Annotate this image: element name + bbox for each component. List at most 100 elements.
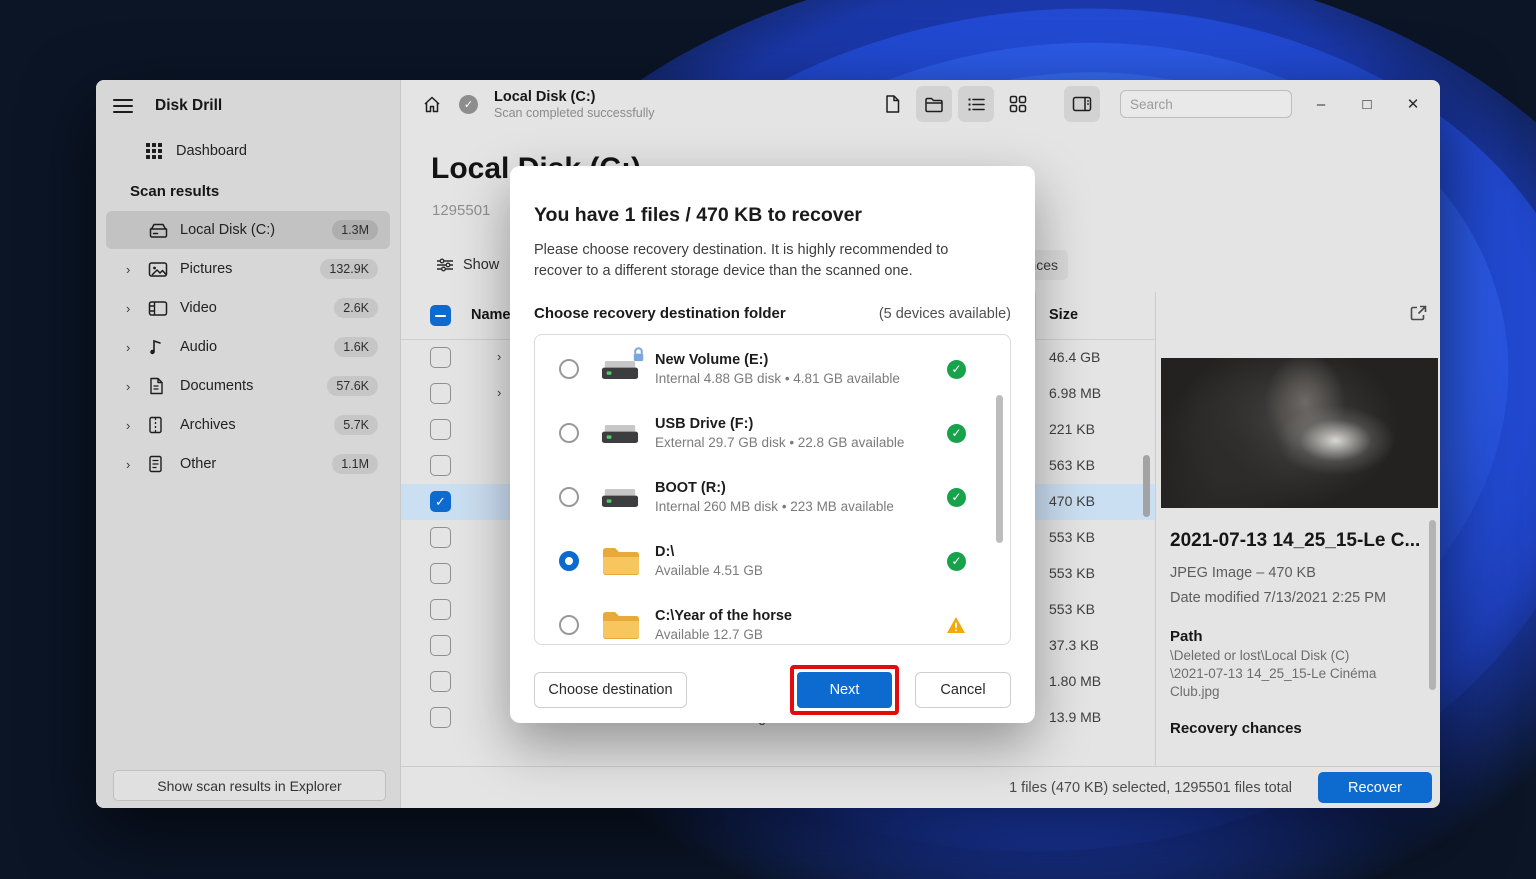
count-badge: 1.1M — [332, 454, 378, 474]
folder-icon — [603, 612, 639, 640]
close-button[interactable]: ✕ — [1390, 84, 1436, 124]
cancel-button[interactable]: Cancel — [915, 672, 1011, 709]
dialog-title: You have 1 files / 470 KB to recover — [534, 204, 863, 226]
search-box[interactable] — [1120, 90, 1307, 118]
row-checkbox-checked[interactable] — [430, 491, 451, 512]
drive-icon — [601, 424, 639, 443]
show-filter-button[interactable]: Show — [436, 250, 499, 280]
row-checkbox[interactable] — [430, 527, 451, 548]
sidebar-item-pictures[interactable]: › Pictures 132.9K — [106, 250, 390, 288]
destination-option-usb-drive[interactable]: USB Drive (F:) External 29.7 GB disk • 2… — [535, 401, 1010, 465]
dashboard-label: Dashboard — [176, 143, 247, 159]
name-column-header[interactable]: Name — [471, 307, 511, 323]
radio-button[interactable] — [559, 487, 579, 508]
choose-destination-button[interactable]: Choose destination — [534, 672, 687, 709]
other-files-icon — [148, 454, 170, 474]
dashboard-icon — [146, 143, 162, 159]
sidebar-item-documents[interactable]: › Documents 57.6K — [106, 367, 390, 405]
devices-available-count: (5 devices available) — [878, 306, 1011, 323]
row-checkbox[interactable] — [430, 635, 451, 656]
chevron-right-icon[interactable]: › — [126, 340, 148, 355]
show-in-explorer-button[interactable]: Show scan results in Explorer — [113, 770, 386, 801]
chevron-right-icon[interactable]: › — [126, 457, 148, 472]
sidebar-item-local-disk[interactable]: Local Disk (C:) 1.3M — [106, 211, 390, 249]
chevron-right-icon[interactable]: › — [126, 301, 148, 316]
table-scrollbar[interactable] — [1143, 455, 1150, 517]
row-checkbox[interactable] — [430, 455, 451, 476]
destination-option-new-volume[interactable]: New Volume (E:) Internal 4.88 GB disk • … — [535, 337, 1010, 401]
recover-button[interactable]: Recover — [1318, 772, 1432, 803]
filter-sliders-icon — [437, 258, 453, 272]
app-title: Disk Drill — [155, 97, 223, 114]
count-badge: 5.7K — [334, 415, 378, 435]
destination-option-c-year-of-horse[interactable]: C:\Year of the horse Available 12.7 GB — [535, 593, 1010, 644]
radio-button[interactable] — [559, 423, 579, 444]
count-badge: 57.6K — [327, 376, 378, 396]
preview-recovery-chances-label: Recovery chances — [1170, 720, 1302, 737]
sidebar: Disk Drill Dashboard Scan results Local … — [96, 80, 401, 808]
sidebar-item-audio[interactable]: › Audio 1.6K — [106, 328, 390, 366]
home-button[interactable] — [415, 87, 449, 121]
preview-scrollbar[interactable] — [1429, 520, 1436, 690]
app-header: ✓ Local Disk (C:) Scan completed success… — [401, 80, 1440, 128]
folder-view-button[interactable] — [916, 86, 952, 122]
row-checkbox[interactable] — [430, 563, 451, 584]
row-checkbox[interactable] — [430, 707, 451, 728]
row-checkbox[interactable] — [430, 383, 451, 404]
sidebar-item-video[interactable]: › Video 2.6K — [106, 289, 390, 327]
minimize-button[interactable]: – — [1298, 84, 1344, 124]
destination-list: New Volume (E:) Internal 4.88 GB disk • … — [534, 334, 1011, 646]
search-input[interactable] — [1130, 96, 1307, 112]
select-all-checkbox[interactable] — [430, 305, 451, 326]
row-checkbox[interactable] — [430, 347, 451, 368]
radio-button[interactable] — [559, 359, 579, 380]
scan-results-section-label: Scan results — [130, 183, 220, 200]
open-external-icon[interactable] — [1409, 304, 1428, 323]
row-checkbox[interactable] — [430, 599, 451, 620]
recovery-dialog: You have 1 files / 470 KB to recover Ple… — [510, 166, 1035, 723]
disk-icon — [148, 220, 170, 240]
status-ok-icon — [947, 359, 966, 379]
sidebar-item-other[interactable]: › Other 1.1M — [106, 445, 390, 483]
hamburger-menu-icon[interactable] — [113, 99, 133, 113]
radio-button[interactable] — [559, 615, 579, 636]
status-warning-icon — [946, 616, 966, 634]
destination-list-label: Choose recovery destination folder — [534, 305, 786, 323]
audio-icon — [148, 337, 170, 357]
chevron-right-icon[interactable]: › — [126, 418, 148, 433]
bitlocker-lock-icon — [631, 346, 646, 363]
file-view-button[interactable] — [874, 86, 910, 122]
grid-view-button[interactable] — [1000, 86, 1036, 122]
drive-icon — [601, 488, 639, 507]
destination-option-d-drive[interactable]: D:\ Available 4.51 GB — [535, 529, 1010, 593]
count-badge: 1.6K — [334, 337, 378, 357]
status-ok-icon — [947, 423, 966, 443]
preview-filename: 2021-07-13 14_25_15-Le C... — [1170, 530, 1421, 551]
sidebar-item-archives[interactable]: › Archives 5.7K — [106, 406, 390, 444]
status-bar: 1 files (470 KB) selected, 1295501 files… — [401, 766, 1440, 808]
chevron-right-icon[interactable]: › — [126, 379, 148, 394]
radio-button-selected[interactable] — [559, 551, 579, 572]
destination-option-boot[interactable]: BOOT (R:) Internal 260 MB disk • 223 MB … — [535, 465, 1010, 529]
row-checkbox[interactable] — [430, 419, 451, 440]
annotation-highlight-box: Next — [790, 665, 899, 716]
size-column-header[interactable]: Size — [1049, 307, 1078, 323]
next-button[interactable]: Next — [797, 672, 892, 709]
row-checkbox[interactable] — [430, 671, 451, 692]
destination-list-scrollbar[interactable] — [996, 395, 1003, 544]
preview-path-label: Path — [1170, 628, 1203, 645]
expand-chevron-icon[interactable]: › — [497, 349, 501, 364]
list-view-button[interactable] — [958, 86, 994, 122]
preview-path: \Deleted or lost\Local Disk (C) — [1170, 648, 1350, 663]
preview-file-info: JPEG Image – 470 KB — [1170, 565, 1316, 581]
maximize-button[interactable]: □ — [1344, 84, 1390, 124]
expand-chevron-icon[interactable]: › — [497, 385, 501, 400]
scan-complete-icon: ✓ — [459, 94, 478, 114]
desktop-wallpaper: Disk Drill Dashboard Scan results Local … — [0, 0, 1536, 879]
selection-summary: 1 files (470 KB) selected, 1295501 files… — [1009, 779, 1292, 796]
header-title: Local Disk (C:) — [494, 88, 596, 105]
files-found-count: 1295501 — [432, 202, 491, 219]
chevron-right-icon[interactable]: › — [126, 262, 148, 277]
sidebar-item-dashboard[interactable]: Dashboard — [96, 115, 400, 159]
preview-panel-toggle-button[interactable] — [1064, 86, 1100, 122]
